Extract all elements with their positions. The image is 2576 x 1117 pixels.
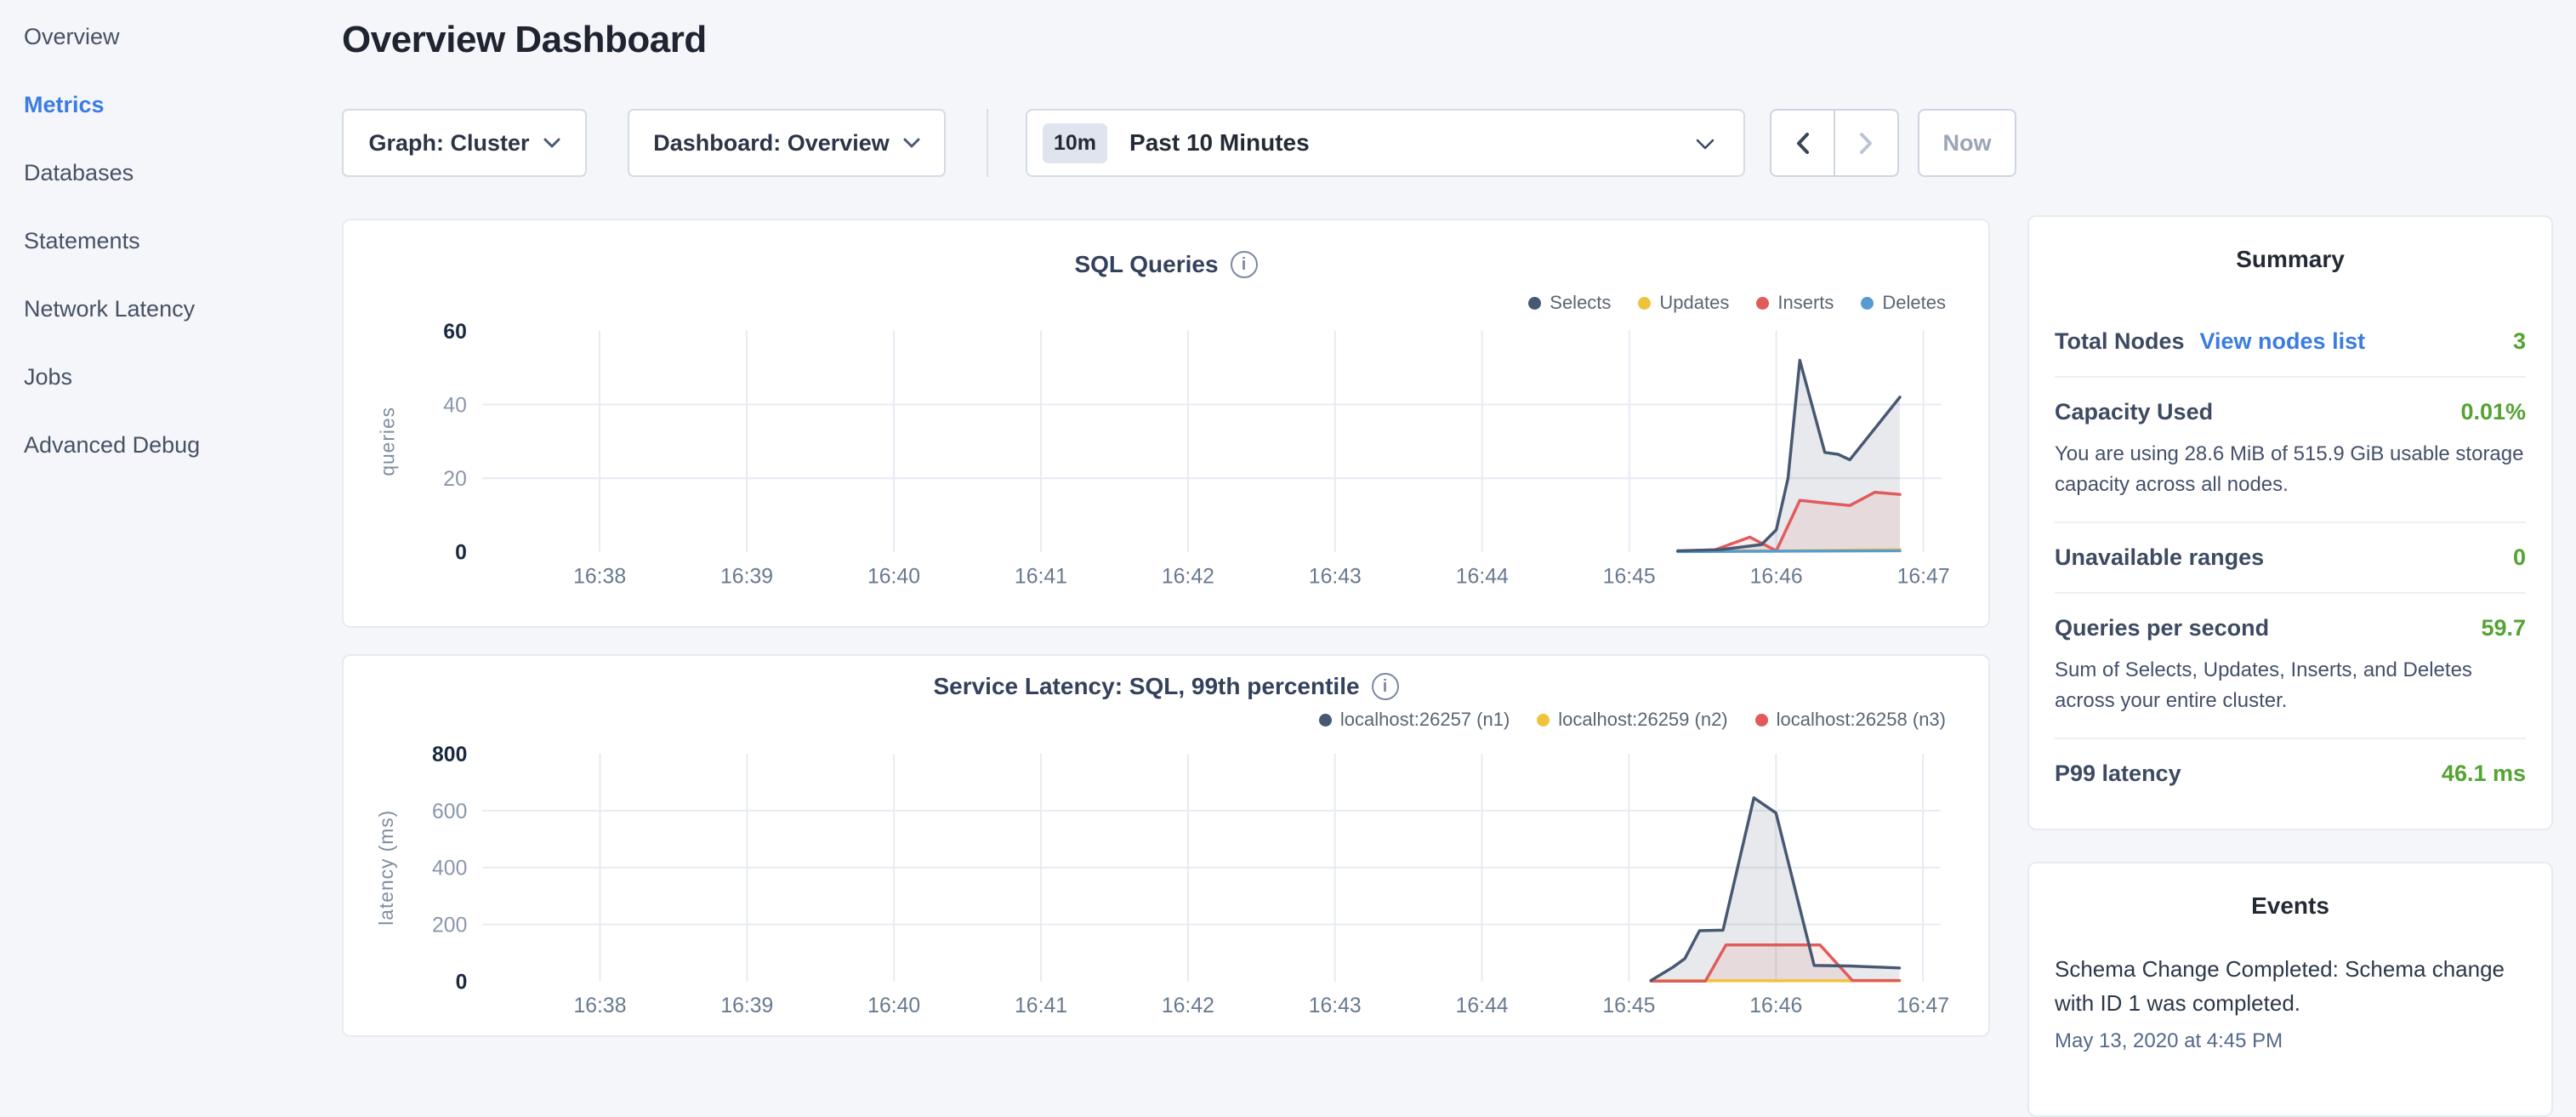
- service-latency-card: Service Latency: SQL, 99th percentile i …: [342, 654, 1990, 1037]
- event-timestamp: May 13, 2020 at 4:45 PM: [2055, 1029, 2526, 1053]
- sidebar-item-overview[interactable]: Overview: [24, 26, 313, 48]
- events-panel: Events Schema Change Completed: Schema c…: [2027, 862, 2553, 1117]
- dashboard-dropdown[interactable]: Dashboard: Overview: [628, 109, 946, 177]
- y-axis-title: queries: [377, 407, 399, 476]
- svg-text:16:39: 16:39: [720, 994, 773, 1017]
- svg-text:16:44: 16:44: [1456, 994, 1509, 1017]
- now-button[interactable]: Now: [1918, 109, 2016, 177]
- app-root: Overview Metrics Databases Statements Networ…: [0, 0, 2576, 1051]
- summary-row: Queries per second 59.7 Sum of Selects, Up…: [2055, 594, 2526, 739]
- y-axis-title: latency (ms): [375, 810, 397, 926]
- summary-row-value: 59.7: [2481, 615, 2526, 641]
- summary-row-description: You are using 28.6 MiB of 515.9 GiB usab…: [2055, 439, 2526, 500]
- summary-row-label: Capacity Used: [2055, 399, 2213, 425]
- svg-text:16:46: 16:46: [1749, 994, 1802, 1017]
- series-group: [1678, 361, 1900, 552]
- svg-text:16:40: 16:40: [867, 994, 920, 1017]
- sidebar: Overview Metrics Databases Statements Networ…: [24, 26, 313, 457]
- dashboard-dropdown-label: Dashboard: Overview: [653, 130, 890, 157]
- svg-text:400: 400: [432, 858, 467, 880]
- svg-text:0: 0: [456, 971, 468, 994]
- svg-text:40: 40: [443, 394, 467, 417]
- gridlines: [482, 331, 1942, 552]
- summary-row: Total Nodes View nodes list 3: [2055, 307, 2526, 378]
- svg-text:16:38: 16:38: [573, 565, 626, 588]
- summary-row-value: 3: [2513, 328, 2526, 355]
- svg-text:600: 600: [432, 801, 467, 824]
- svg-text:16:45: 16:45: [1602, 994, 1655, 1017]
- time-range-badge: 10m: [1043, 123, 1107, 163]
- summary-rows: Total Nodes View nodes list 3 Capacity Used…: [2055, 307, 2526, 808]
- series-group: [1651, 798, 1899, 982]
- controls-divider: [987, 109, 988, 177]
- summary-row-value: 0.01%: [2460, 399, 2526, 425]
- time-range-dropdown[interactable]: 10m Past 10 Minutes: [1026, 109, 1745, 177]
- view-nodes-list-link[interactable]: View nodes list: [2200, 328, 2366, 355]
- summary-row-description: Sum of Selects, Updates, Inserts, and De…: [2055, 655, 2526, 716]
- time-back-button[interactable]: [1771, 111, 1834, 175]
- event-item[interactable]: Schema Change Completed: Schema change w…: [2055, 952, 2526, 1053]
- summary-row-label: Total Nodes: [2055, 328, 2185, 355]
- chevron-down-icon: [1696, 139, 1714, 151]
- sidebar-item-databases[interactable]: Databases: [24, 162, 313, 185]
- summary-row-label: Queries per second: [2055, 615, 2269, 641]
- sql-queries-card: SQL Queries i SelectsUpdatesInsertsDelet…: [342, 219, 1990, 628]
- svg-text:16:38: 16:38: [573, 994, 626, 1017]
- graph-dropdown[interactable]: Graph: Cluster: [342, 109, 587, 177]
- events-title: Events: [2055, 892, 2526, 920]
- sidebar-item-statements[interactable]: Statements: [24, 230, 313, 253]
- page-title: Overview Dashboard: [342, 19, 707, 61]
- svg-text:16:47: 16:47: [1897, 565, 1950, 588]
- summary-row-value: 46.1 ms: [2442, 761, 2526, 787]
- summary-row-label: Unavailable ranges: [2055, 544, 2264, 571]
- summary-row-label: P99 latency: [2055, 761, 2181, 787]
- svg-text:16:44: 16:44: [1456, 565, 1509, 588]
- svg-text:16:41: 16:41: [1015, 994, 1067, 1017]
- svg-text:16:45: 16:45: [1603, 565, 1656, 588]
- summary-row-value: 0: [2513, 544, 2526, 571]
- svg-text:16:40: 16:40: [867, 565, 920, 588]
- svg-text:16:39: 16:39: [720, 565, 773, 588]
- time-forward-button[interactable]: [1834, 111, 1897, 175]
- svg-text:16:42: 16:42: [1162, 565, 1214, 588]
- svg-text:20: 20: [443, 468, 467, 491]
- summary-row: P99 latency 46.1 ms: [2055, 739, 2526, 808]
- svg-text:16:47: 16:47: [1896, 994, 1949, 1017]
- time-range-label: Past 10 Minutes: [1129, 129, 1310, 157]
- sidebar-item-advanced-debug[interactable]: Advanced Debug: [24, 434, 313, 457]
- graph-dropdown-label: Graph: Cluster: [368, 130, 529, 157]
- event-text: Schema Change Completed: Schema change w…: [2055, 952, 2526, 1021]
- chevron-down-icon: [543, 138, 560, 149]
- svg-text:60: 60: [443, 321, 467, 344]
- time-nav-group: [1770, 109, 1899, 177]
- controls-row: Graph: Cluster Dashboard: Overview 10m P…: [342, 109, 2043, 177]
- svg-text:200: 200: [432, 915, 467, 937]
- svg-text:16:41: 16:41: [1015, 565, 1067, 588]
- svg-text:16:43: 16:43: [1309, 565, 1362, 588]
- sql-queries-plot[interactable]: 16:38 16:39 16:40 16:41 16:42 16:43 16:44 16:45…: [344, 220, 1988, 626]
- summary-row: Unavailable ranges 0: [2055, 523, 2526, 594]
- chevron-down-icon: [903, 138, 920, 149]
- svg-text:800: 800: [432, 744, 467, 767]
- chevron-left-icon: [1796, 133, 1809, 154]
- sidebar-item-network-latency[interactable]: Network Latency: [24, 298, 313, 321]
- svg-text:0: 0: [455, 542, 467, 565]
- svg-text:16:42: 16:42: [1162, 994, 1214, 1017]
- events-list: Schema Change Completed: Schema change w…: [2055, 952, 2526, 1053]
- summary-panel: Summary Total Nodes View nodes list 3 Capac…: [2027, 215, 2553, 830]
- axis-labels: 16:38 16:39 16:40 16:41 16:42 16:43 16:44 16:45…: [377, 321, 1950, 589]
- chevron-right-icon: [1860, 133, 1873, 154]
- sidebar-item-metrics[interactable]: Metrics: [24, 94, 313, 117]
- svg-text:16:46: 16:46: [1750, 565, 1803, 588]
- service-latency-plot[interactable]: 16:38 16:39 16:40 16:41 16:42 16:43 16:44 16:45…: [344, 656, 1988, 1035]
- sidebar-item-jobs[interactable]: Jobs: [24, 366, 313, 389]
- svg-text:16:43: 16:43: [1309, 994, 1362, 1017]
- summary-title: Summary: [2055, 246, 2526, 273]
- summary-row: Capacity Used 0.01% You are using 28.6 MiB…: [2055, 378, 2526, 523]
